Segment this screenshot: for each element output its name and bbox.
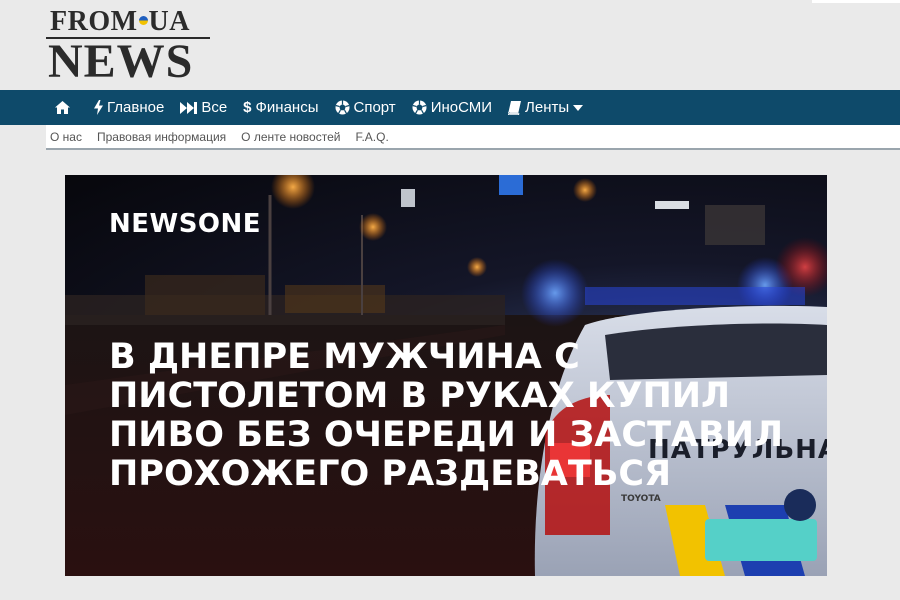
header-right-strip	[812, 0, 900, 3]
site-logo[interactable]: FROM UA NEWS	[46, 6, 210, 86]
logo-top-text: FROM UA	[50, 6, 190, 37]
nav-item-label: Финансы	[255, 99, 319, 116]
soccer-ball-icon	[335, 100, 350, 115]
subnav-item-about[interactable]: О нас	[50, 130, 82, 144]
secondary-nav-gutter	[0, 125, 46, 149]
nav-item-label: ИноСМИ	[430, 99, 493, 116]
hero-brand-logo: NEWSONE	[109, 209, 262, 239]
hero-headline[interactable]: В Днепре мужчина с пистолетом в руках ку…	[109, 338, 789, 494]
logo-bottom-text: NEWS	[48, 35, 194, 88]
book-icon	[508, 100, 522, 115]
subnav-item-faq[interactable]: F.A.Q.	[355, 130, 388, 144]
subnav-item-about-feed[interactable]: О ленте новостей	[241, 130, 340, 144]
header: FROM UA NEWS	[0, 0, 900, 90]
hero-image[interactable]: TOYOTA ПАТРУЛЬНА NEWSONE В Днепре мужчин…	[65, 175, 827, 576]
bolt-icon	[94, 100, 103, 115]
nav-item-label: Ленты	[525, 99, 570, 116]
nav-item-main[interactable]: Главное	[86, 90, 172, 125]
nav-item-label: Спорт	[353, 99, 396, 116]
subnav-item-legal[interactable]: Правовая информация	[97, 130, 226, 144]
main-navbar: Главное Все $ Финансы Спорт ИноСМИ Ленты	[0, 90, 900, 125]
fast-forward-icon	[180, 101, 198, 114]
nav-item-inosmi[interactable]: ИноСМИ	[404, 90, 500, 125]
soccer-ball-icon	[412, 100, 427, 115]
flag-dot-icon	[138, 16, 148, 26]
home-icon	[55, 101, 70, 114]
nav-item-all[interactable]: Все	[172, 90, 235, 125]
car-brand-text: TOYOTA	[621, 494, 661, 504]
nav-item-sport[interactable]: Спорт	[327, 90, 404, 125]
nav-item-home[interactable]	[46, 90, 86, 125]
dollar-icon: $	[243, 99, 252, 116]
caret-down-icon	[573, 104, 584, 111]
nav-item-label: Все	[201, 99, 228, 116]
nav-item-label: Главное	[107, 99, 165, 116]
nav-item-finance[interactable]: $ Финансы	[235, 90, 326, 125]
nav-item-feeds[interactable]: Ленты	[500, 90, 591, 125]
